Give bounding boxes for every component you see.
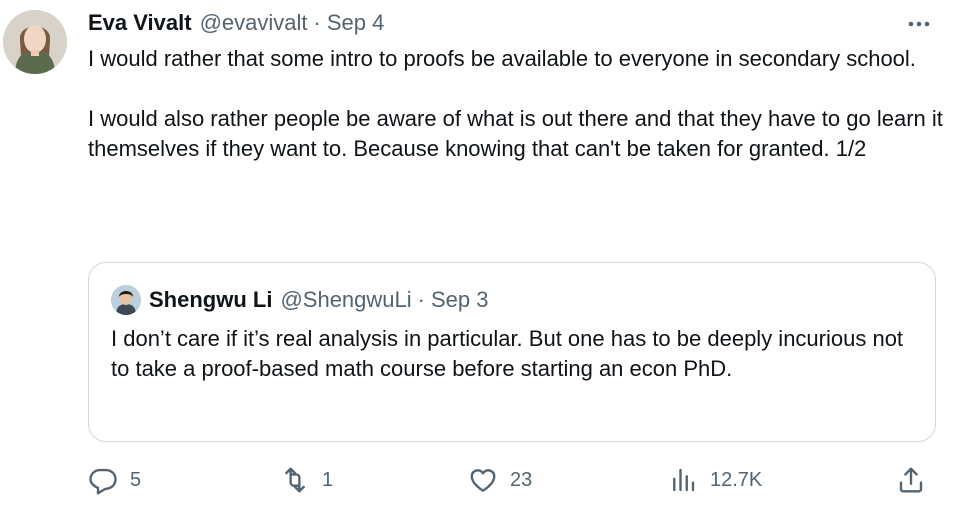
action-bar: 5 1 23 12.7K	[88, 462, 940, 498]
views-button[interactable]: 12.7K	[668, 462, 762, 498]
repost-button[interactable]: 1	[280, 462, 333, 498]
quoted-author-avatar	[111, 285, 141, 315]
more-dots-icon	[908, 21, 930, 27]
quoted-tweet-date: Sep 3	[430, 287, 489, 312]
author-name[interactable]: Eva Vivalt	[88, 10, 192, 36]
repost-icon	[285, 467, 305, 493]
reply-button[interactable]: 5	[88, 462, 141, 498]
author-avatar[interactable]	[3, 10, 67, 74]
views-count: 12.7K	[710, 468, 763, 491]
heart-icon	[470, 469, 496, 492]
like-count: 23	[510, 468, 533, 491]
like-button[interactable]: 23	[468, 462, 532, 498]
tweet-header: Eva Vivalt @evavivalt · Sep 4	[88, 9, 384, 37]
quoted-author-handle: @ShengwuLi	[280, 287, 412, 312]
quoted-tweet[interactable]: Shengwu Li @ShengwuLi · Sep 3 I don’t ca…	[88, 262, 936, 442]
quoted-tweet-text: I don’t care if it’s real analysis in pa…	[111, 326, 904, 381]
repost-count: 1	[322, 468, 334, 491]
quoted-tweet-header: Shengwu Li @ShengwuLi · Sep 3	[111, 285, 488, 315]
quoted-header-separator: ·	[417, 287, 425, 312]
header-separator: ·	[313, 10, 321, 35]
tweet-date[interactable]: Sep 4	[327, 10, 385, 36]
reply-count: 5	[130, 468, 142, 491]
share-icon	[899, 467, 923, 493]
reply-icon	[89, 468, 117, 495]
quoted-author-name: Shengwu Li	[149, 287, 273, 312]
tweet-text: I would rather that some intro to proofs…	[88, 46, 943, 161]
more-options-button[interactable]	[904, 10, 934, 38]
views-chart-icon	[673, 468, 695, 492]
author-handle[interactable]: @evavivalt	[200, 10, 308, 36]
tweet[interactable]: Eva Vivalt @evavivalt · Sep 4 I would ra…	[0, 0, 958, 507]
share-button[interactable]	[896, 462, 926, 498]
